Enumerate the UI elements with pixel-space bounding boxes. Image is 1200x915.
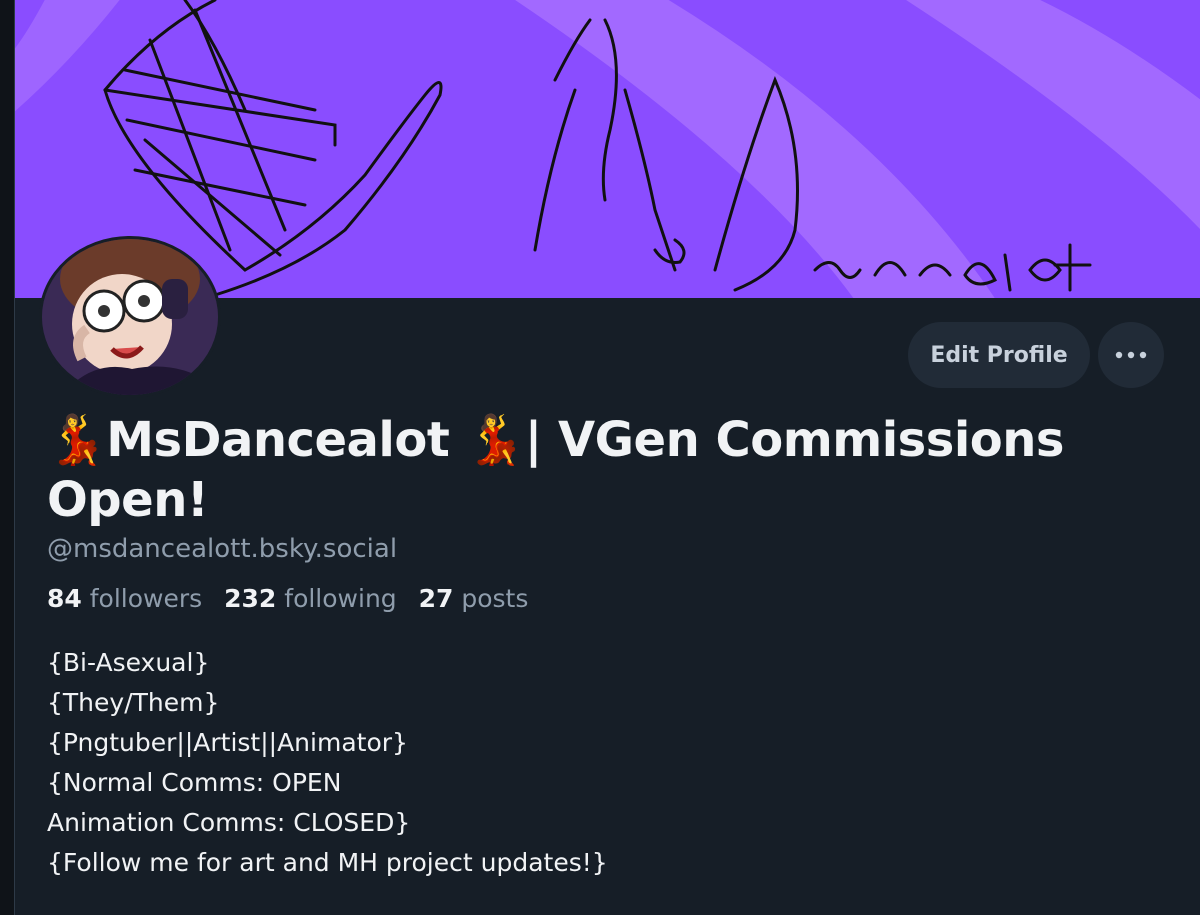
- followers-count: 84: [47, 584, 82, 613]
- followers-stat[interactable]: 84 followers: [47, 584, 202, 613]
- ellipsis-icon: [1115, 351, 1147, 359]
- bio-line: {Bi-Asexual}: [47, 648, 210, 677]
- bio-line: Animation Comms: CLOSED}: [47, 808, 411, 837]
- followers-label: followers: [89, 584, 203, 613]
- following-count: 232: [224, 584, 277, 613]
- bio-line: {They/Them}: [47, 688, 220, 717]
- profile-stats: 84 followers 232 following 27 posts: [47, 584, 542, 613]
- profile-display-name: 💃MsDancealot 💃| VGen Commissions Open!: [47, 412, 1064, 528]
- bio-line: {Pngtuber||Artist||Animator}: [47, 728, 408, 757]
- profile-banner[interactable]: [15, 0, 1200, 298]
- posts-count: 27: [418, 584, 454, 613]
- profile-bio: {Bi-Asexual} {They/Them} {Pngtuber||Arti…: [47, 643, 1147, 883]
- bio-line: {Follow me for art and MH project update…: [47, 848, 608, 877]
- profile-handle: @msdancealott.bsky.social: [47, 534, 398, 564]
- more-options-button[interactable]: [1098, 322, 1164, 388]
- bio-line: {Normal Comms: OPEN: [47, 768, 342, 797]
- edit-profile-button[interactable]: Edit Profile: [908, 322, 1090, 388]
- avatar-illustration: [42, 239, 218, 395]
- profile-avatar[interactable]: [39, 236, 221, 398]
- following-label: following: [284, 584, 397, 613]
- following-stat[interactable]: 232 following: [224, 584, 397, 613]
- posts-stat: 27 posts: [419, 584, 529, 613]
- posts-label: posts: [461, 584, 529, 613]
- profile-page: Edit Profile 💃MsDancealot 💃| VGen Commis…: [14, 0, 1200, 915]
- banner-artwork: [15, 0, 1200, 298]
